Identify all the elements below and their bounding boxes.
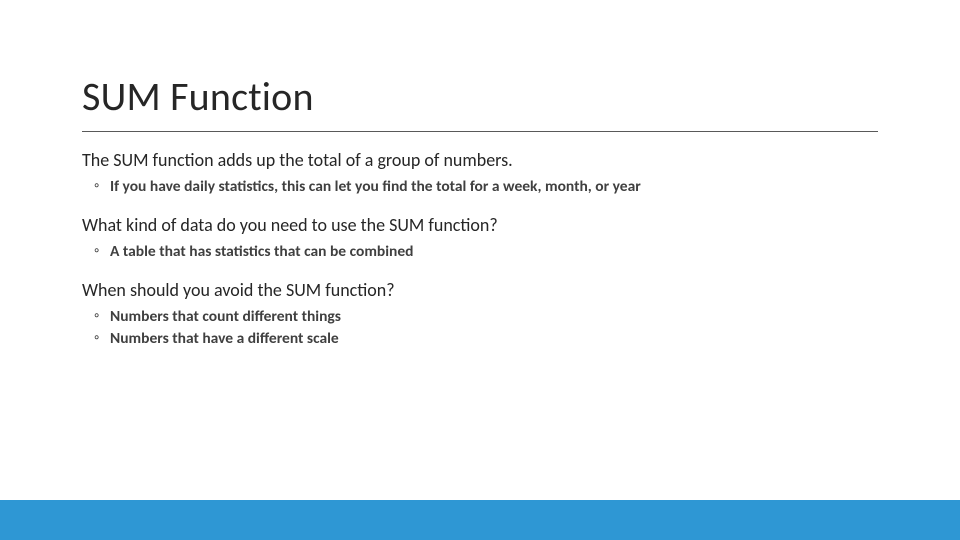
slide: SUM Function The SUM function adds up th…: [0, 0, 960, 540]
bullet-list: A table that has statistics that can be …: [82, 241, 878, 263]
section-lead: What kind of data do you need to use the…: [82, 213, 878, 237]
section-3: When should you avoid the SUM function? …: [82, 278, 878, 351]
bullet-item: Numbers that count different things: [82, 306, 878, 328]
bullet-list: Numbers that count different things Numb…: [82, 306, 878, 351]
section-2: What kind of data do you need to use the…: [82, 213, 878, 264]
bullet-list: If you have daily statistics, this can l…: [82, 176, 878, 198]
footer-accent-bar: [0, 500, 960, 540]
bullet-item: A table that has statistics that can be …: [82, 241, 878, 263]
section-lead: The SUM function adds up the total of a …: [82, 148, 878, 172]
section-lead: When should you avoid the SUM function?: [82, 278, 878, 302]
bullet-item: Numbers that have a different scale: [82, 328, 878, 350]
bullet-item: If you have daily statistics, this can l…: [82, 176, 878, 198]
slide-title: SUM Function: [82, 72, 878, 132]
section-1: The SUM function adds up the total of a …: [82, 148, 878, 199]
